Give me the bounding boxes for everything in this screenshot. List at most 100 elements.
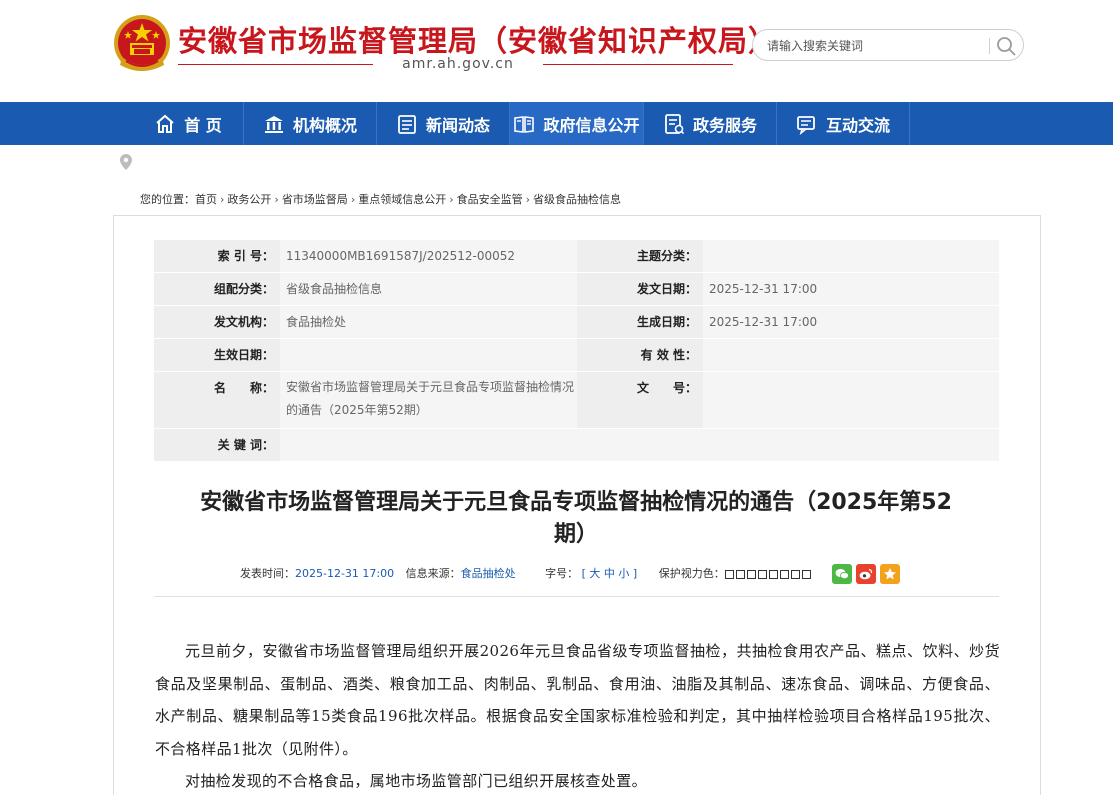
meta-value-effective — [280, 339, 577, 371]
site-domain: amr.ah.gov.cn — [402, 56, 514, 72]
meta-label: 文 号： — [577, 372, 703, 428]
article-paragraph: 元旦前夕，安徽省市场监督管理局组织开展2026年元旦食品省级专项监督抽检，共抽检… — [155, 635, 1000, 765]
meta-value-keywords — [280, 429, 999, 461]
search-divider — [989, 38, 990, 54]
breadcrumb-item-gov-open[interactable]: 政务公开 — [227, 193, 271, 206]
article-title: 安徽省市场监督管理局关于元旦食品专项监督抽检情况的通告（2025年第52 期） — [160, 487, 992, 551]
news-icon — [398, 114, 416, 134]
source-label: 信息来源： — [405, 567, 461, 580]
paragraph-line: 元旦前夕，安徽省市场监督管理局组织开展2026年元旦食品省级专项监督抽检，共抽检… — [185, 642, 923, 660]
breadcrumb: 您的位置：首页 › 政务公开 › 省市场监督局 › 重点领域信息公开 › 食品安全监管 › 省级食品… — [140, 191, 621, 207]
favorite-star-icon[interactable] — [880, 564, 900, 584]
nav-item-label: 政务服务 — [692, 115, 757, 135]
nav-item-open-info[interactable]: 政府信息公开 — [510, 102, 643, 145]
eye-care-swatches — [724, 569, 813, 579]
article-info-bar: 发表时间：2025-12-31 17:00 信息来源：食品抽检处 字号： [ 大… — [240, 565, 813, 583]
meta-label: 有 效 性： — [577, 339, 703, 371]
article-body: 元旦前夕，安徽省市场监督管理局组织开展2026年元旦食品省级专项监督抽检，共抽检… — [155, 635, 1000, 795]
institution-icon — [264, 115, 283, 133]
meta-label: 发文日期： — [577, 273, 703, 305]
nav-divider — [909, 102, 910, 145]
eye-care-swatch[interactable] — [801, 569, 811, 579]
eye-care-swatch[interactable] — [768, 569, 778, 579]
weibo-share-icon[interactable] — [856, 564, 876, 584]
nav-item-institution[interactable]: 机构概况 — [244, 102, 376, 145]
nav-item-label: 互动交流 — [825, 115, 890, 135]
eye-care-swatch[interactable] — [790, 569, 800, 579]
font-size-bracket: [ — [581, 567, 586, 580]
meta-label: 生效日期： — [154, 339, 280, 371]
font-size-control: [ 大 中 小 ] — [582, 567, 638, 580]
nav-item-service[interactable]: 政务服务 — [644, 102, 776, 145]
meta-value-issuer: 食品抽检处 — [280, 306, 577, 338]
meta-row: 组配分类： 省级食品抽检信息 发文日期： 2025-12-31 17:00 — [154, 273, 999, 306]
meta-value-name-line: 安徽省市场监督管理局关于元旦食品专项监督抽检情况 — [286, 380, 575, 394]
meta-value-created: 2025-12-31 17:00 — [703, 306, 999, 338]
meta-row: 索 引 号： 11340000MB1691587J/202512-00052 主… — [154, 240, 999, 273]
search-input[interactable] — [767, 36, 987, 56]
breadcrumb-item-inspection-info[interactable]: 省级食品抽检信息 — [533, 193, 621, 206]
meta-label: 生成日期： — [577, 306, 703, 338]
service-icon — [665, 113, 685, 134]
meta-value-validity — [703, 339, 999, 371]
breadcrumb-item-key-areas[interactable]: 重点领域信息公开 — [358, 193, 446, 206]
article-title-line: 安徽省市场监督管理局关于元旦食品专项监督抽检情况的通告（2025年第52 — [200, 490, 952, 515]
nav-item-label: 首 页 — [184, 115, 222, 135]
font-large-button[interactable]: 大 — [589, 567, 600, 580]
share-icons — [832, 564, 904, 584]
document-meta-table: 索 引 号： 11340000MB1691587J/202512-00052 主… — [154, 240, 999, 462]
eye-care-swatch[interactable] — [746, 569, 756, 579]
nav-item-label: 机构概况 — [292, 115, 357, 135]
meta-label: 发文机构： — [154, 306, 280, 338]
site-title[interactable]: 安徽省市场监督管理局（安徽省知识产权局） — [178, 18, 778, 60]
eye-care-swatch[interactable] — [735, 569, 745, 579]
meta-label: 主题分类： — [577, 240, 703, 272]
font-size-label: 字号： — [545, 567, 579, 580]
breadcrumb-separator: › — [525, 193, 531, 206]
breadcrumb-separator: › — [449, 193, 454, 206]
meta-value-topic — [703, 240, 999, 272]
breadcrumb-separator: › — [220, 193, 225, 206]
breadcrumb-item-bureau[interactable]: 省市场监督局 — [282, 193, 348, 206]
eye-care-swatch[interactable] — [779, 569, 789, 579]
publish-time-label: 发表时间： — [240, 567, 295, 580]
nav-item-interaction[interactable]: 互动交流 — [777, 102, 909, 145]
article-paragraph: 对抽检发现的不合格食品，属地市场监管部门已组织开展核查处置。 — [185, 772, 648, 790]
meta-label: 名 称： — [154, 372, 280, 428]
nav-item-home[interactable]: 首 页 — [133, 102, 243, 145]
wechat-share-icon[interactable] — [832, 564, 852, 584]
meta-label: 组配分类： — [154, 273, 280, 305]
nav-item-news[interactable]: 新闻动态 — [377, 102, 509, 145]
eye-care-label: 保护视力色： — [658, 567, 725, 580]
meta-value-category: 省级食品抽检信息 — [280, 273, 577, 305]
domain-divider-right — [543, 64, 733, 65]
font-medium-button[interactable]: 中 — [604, 567, 615, 580]
breadcrumb-item-home[interactable]: 首页 — [195, 193, 217, 206]
main-nav: 首 页 机构概况 新闻动态 政府信息公开 政务服务 互动交流 — [0, 102, 1113, 145]
domain-divider-left — [178, 64, 373, 65]
meta-value-name: 安徽省市场监督管理局关于元旦食品专项监督抽检情况 的通告（2025年第52期） — [280, 372, 577, 428]
eye-care-swatch[interactable] — [757, 569, 767, 579]
meta-row: 名 称： 安徽省市场监督管理局关于元旦食品专项监督抽检情况 的通告（2025年第… — [154, 372, 999, 429]
article-divider — [154, 596, 999, 597]
meta-label: 索 引 号： — [154, 240, 280, 272]
search-icon[interactable] — [995, 35, 1017, 57]
nav-item-label: 政府信息公开 — [543, 115, 640, 135]
article-title-line: 期） — [553, 522, 598, 547]
publish-time: 2025-12-31 17:00 — [295, 567, 395, 580]
meta-row: 生效日期： 有 效 性： — [154, 339, 999, 372]
site-header: 安徽省市场监督管理局（安徽省知识产权局） amr.ah.gov.cn — [0, 0, 1113, 102]
meta-row: 发文机构： 食品抽检处 生成日期： 2025-12-31 17:00 — [154, 306, 999, 339]
search-box — [752, 29, 1024, 61]
open-info-icon — [514, 115, 535, 133]
meta-value-doc-no — [703, 372, 999, 428]
meta-value-pub-date: 2025-12-31 17:00 — [703, 273, 999, 305]
meta-label: 关 键 词： — [154, 429, 280, 461]
font-small-button[interactable]: 小 — [618, 567, 629, 580]
eye-care-swatch[interactable] — [724, 569, 734, 579]
breadcrumb-separator: › — [350, 193, 356, 206]
source-value: 食品抽检处 — [460, 567, 516, 580]
home-icon — [156, 114, 174, 133]
breadcrumb-item-food-safety[interactable]: 食品安全监管 — [457, 193, 523, 206]
font-size-bracket: ] — [632, 567, 638, 580]
